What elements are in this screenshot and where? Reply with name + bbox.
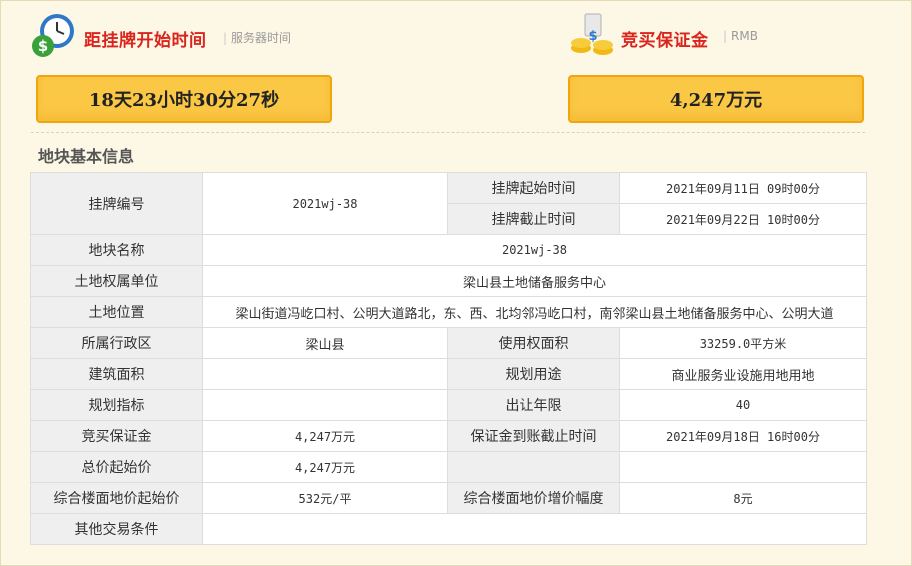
floor-increment-value: 8元 <box>619 482 867 514</box>
clock-money-icon: $ <box>32 14 74 57</box>
listing-end-value: 2021年09月22日 10时00分 <box>619 203 867 235</box>
table-row: 竞买保证金 4,247万元 保证金到账截止时间 2021年09月18日 16时0… <box>30 420 867 452</box>
table-row: 综合楼面地价起始价 532元/平 综合楼面地价增价幅度 8元 <box>30 482 867 514</box>
deposit-subtitle-text: RMB <box>731 29 758 43</box>
owner-unit-value: 梁山县土地储备服务中心 <box>202 265 867 297</box>
deposit-value: 4,247万元 <box>669 90 763 111</box>
table-row: 挂牌编号 2021wj-38 挂牌起始时间 2021年09月11日 09时00分 <box>30 172 867 235</box>
divider <box>31 132 865 133</box>
listing-start-label: 挂牌起始时间 <box>447 172 620 204</box>
use-area-value: 33259.0平方米 <box>619 327 867 359</box>
listing-end-label: 挂牌截止时间 <box>447 203 620 235</box>
countdown-subtitle: | 服务器时间 <box>223 31 292 45</box>
floor-increment-label: 综合楼面地价增价幅度 <box>447 482 620 514</box>
section-title: 地块基本信息 <box>38 147 135 166</box>
district-label: 所属行政区 <box>30 327 203 359</box>
deposit-title: 竞买保证金 <box>621 31 709 51</box>
countdown-value-box: 18天23小时30分27秒 <box>36 75 332 123</box>
district-value: 梁山县 <box>202 327 448 359</box>
plan-index-label: 规划指标 <box>30 389 203 421</box>
countdown-subtitle-text: 服务器时间 <box>231 31 292 45</box>
location-label: 土地位置 <box>30 296 203 328</box>
svg-text:$: $ <box>588 29 597 44</box>
table-row: 建筑面积 规划用途 商业服务业设施用地用地 <box>30 358 867 390</box>
start-price-label: 总价起始价 <box>30 451 203 483</box>
deposit-subtitle: | RMB <box>723 29 758 43</box>
build-area-value <box>202 358 448 390</box>
coins-icon: $ <box>571 13 613 55</box>
table-row: 土地权属单位 梁山县土地储备服务中心 <box>30 265 867 297</box>
plan-index-value <box>202 389 448 421</box>
listing-no-value: 2021wj-38 <box>202 172 448 235</box>
deposit-label: 竞买保证金 <box>30 420 203 452</box>
table-row: 所属行政区 梁山县 使用权面积 33259.0平方米 <box>30 327 867 359</box>
term-value: 40 <box>619 389 867 421</box>
deposit-deadline-label: 保证金到账截止时间 <box>447 420 620 452</box>
owner-unit-label: 土地权属单位 <box>30 265 203 297</box>
use-area-label: 使用权面积 <box>447 327 620 359</box>
deposit-deadline-value: 2021年09月18日 16时00分 <box>619 420 867 452</box>
build-area-label: 建筑面积 <box>30 358 203 390</box>
floor-price-label: 综合楼面地价起始价 <box>30 482 203 514</box>
deposit-value-box: 4,247万元 <box>568 75 864 123</box>
countdown-value: 18天23小时30分27秒 <box>88 90 280 111</box>
table-row: 地块名称 2021wj-38 <box>30 234 867 266</box>
listing-start-value: 2021年09月11日 09时00分 <box>619 172 867 204</box>
listing-no-label: 挂牌编号 <box>30 172 203 235</box>
deposit-table-value: 4,247万元 <box>202 420 448 452</box>
planned-use-value: 商业服务业设施用地用地 <box>619 358 867 390</box>
table-row: 规划指标 出让年限 40 <box>30 389 867 421</box>
countdown-title: 距挂牌开始时间 <box>84 31 207 51</box>
empty-label-cell <box>447 451 620 483</box>
empty-value-cell <box>619 451 867 483</box>
planned-use-label: 规划用途 <box>447 358 620 390</box>
parcel-name-value: 2021wj-38 <box>202 234 867 266</box>
parcel-info-table: 挂牌编号 2021wj-38 挂牌起始时间 2021年09月11日 09时00分… <box>30 172 867 545</box>
term-label: 出让年限 <box>447 389 620 421</box>
parcel-name-label: 地块名称 <box>30 234 203 266</box>
other-conditions-label: 其他交易条件 <box>30 513 203 545</box>
other-conditions-value <box>202 513 867 545</box>
table-row: 总价起始价 4,247万元 <box>30 451 867 483</box>
table-row: 其他交易条件 <box>30 513 867 545</box>
start-price-value: 4,247万元 <box>202 451 448 483</box>
listing-panel: $ 距挂牌开始时间 | 服务器时间 $ 竞买保证金 | RMB 18天23小时30分… <box>0 0 912 566</box>
location-value: 梁山街道冯屹口村、公明大道路北，东、西、北均邻冯屹口村，南邻梁山县土地储备服务中… <box>202 296 867 328</box>
floor-price-value: 532元/平 <box>202 482 448 514</box>
table-row: 土地位置 梁山街道冯屹口村、公明大道路北，东、西、北均邻冯屹口村，南邻梁山县土地… <box>30 296 867 328</box>
svg-text:$: $ <box>38 37 48 55</box>
